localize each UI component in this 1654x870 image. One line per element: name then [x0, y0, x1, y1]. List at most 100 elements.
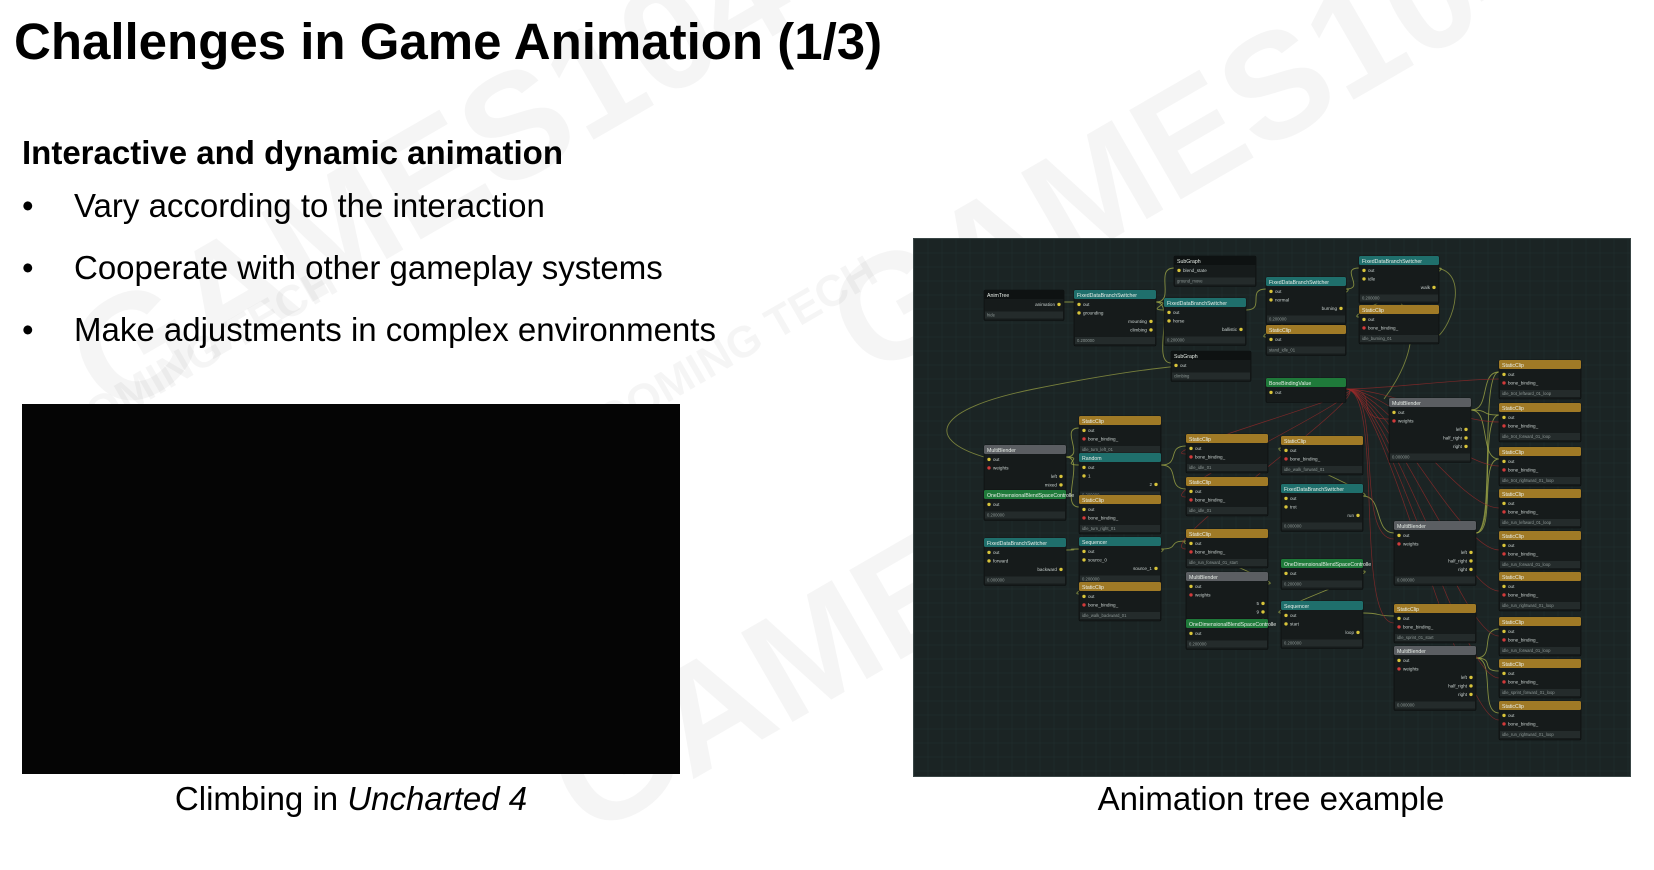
node-pin[interactable] — [987, 466, 991, 470]
node-pin[interactable] — [1284, 496, 1288, 501]
node-pin[interactable] — [1189, 446, 1193, 451]
climbing-video-frame[interactable] — [22, 404, 680, 774]
graph-node[interactable]: Sequencer out source_0 source_1 0.200000 — [1078, 536, 1162, 585]
graph-node[interactable]: MultiBlender out weights left half_rightrigh… — [1393, 645, 1477, 711]
node-pin[interactable] — [1502, 543, 1506, 548]
node-pin[interactable] — [1469, 559, 1473, 563]
node-pin[interactable] — [1189, 489, 1193, 494]
node-pin[interactable] — [1502, 552, 1506, 556]
node-pin[interactable] — [1057, 302, 1061, 307]
graph-node[interactable]: FixedDataBranchSwitcher out idle walk 0.2000… — [1358, 255, 1440, 304]
node-pin[interactable] — [1189, 584, 1193, 589]
graph-node[interactable]: FixedDataBranchSwitcher out grounding mount… — [1073, 289, 1157, 347]
node-pin[interactable] — [1502, 584, 1506, 589]
graph-node[interactable]: Sequencer out start loop 0.200000 — [1280, 600, 1364, 649]
node-pin[interactable] — [1469, 550, 1473, 555]
node-pin[interactable] — [1469, 675, 1473, 680]
node-pin[interactable] — [1059, 567, 1063, 572]
node-pin[interactable] — [1269, 289, 1273, 294]
node-pin[interactable] — [1167, 319, 1171, 323]
node-pin[interactable] — [1392, 419, 1396, 423]
graph-node[interactable]: FixedDataBranchSwitcher out horse ballistic… — [1163, 297, 1247, 346]
node-pin[interactable] — [1189, 631, 1193, 636]
node-pin[interactable] — [1149, 319, 1153, 324]
node-pin[interactable] — [1059, 474, 1063, 479]
node-pin[interactable] — [1284, 457, 1288, 461]
node-pin[interactable] — [1392, 410, 1396, 415]
graph-node[interactable]: StaticClip out bone_binding_ idle_idle_01 — [1185, 433, 1269, 474]
node-pin[interactable] — [1502, 510, 1506, 514]
node-pin[interactable] — [1177, 268, 1181, 273]
node-pin[interactable] — [1284, 571, 1288, 576]
node-pin[interactable] — [1397, 616, 1401, 621]
node-pin[interactable] — [1469, 567, 1473, 572]
node-pin[interactable] — [1502, 372, 1506, 377]
node-pin[interactable] — [1502, 415, 1506, 420]
node-pin[interactable] — [1464, 444, 1468, 449]
node-pin[interactable] — [1397, 667, 1401, 671]
node-pin[interactable] — [1356, 513, 1360, 518]
graph-node[interactable]: BoneBindingValue out — [1265, 377, 1347, 403]
node-pin[interactable] — [1502, 680, 1506, 684]
graph-node[interactable]: FixedDataBranchSwitcher out normal burning 0… — [1265, 276, 1347, 325]
node-pin[interactable] — [1502, 629, 1506, 634]
node-pin[interactable] — [1154, 482, 1158, 487]
node-pin[interactable] — [1502, 713, 1506, 718]
node-pin[interactable] — [1189, 541, 1193, 546]
node-pin[interactable] — [1362, 326, 1366, 330]
node-pin[interactable] — [1397, 542, 1401, 546]
node-pin[interactable] — [1059, 483, 1063, 487]
node-pin[interactable] — [1077, 311, 1081, 315]
node-pin[interactable] — [1502, 593, 1506, 597]
node-pin[interactable] — [1362, 268, 1366, 273]
graph-node[interactable]: StaticClip out bone_binding_ idle_run_forwa… — [1498, 616, 1582, 657]
node-pin[interactable] — [987, 559, 991, 563]
graph-node[interactable]: StaticClip out bone_binding_ idle_trot_righ… — [1498, 446, 1582, 487]
node-pin[interactable] — [987, 457, 991, 462]
node-pin[interactable] — [1284, 505, 1288, 509]
graph-node[interactable]: StaticClip out bone_binding_ idle_walk_forw… — [1280, 435, 1364, 476]
graph-node[interactable]: OneDimensionalBlendSpaceControlle out 0.20… — [1280, 558, 1371, 590]
node-pin[interactable] — [1502, 722, 1506, 726]
node-pin[interactable] — [987, 550, 991, 555]
node-pin[interactable] — [1269, 298, 1273, 302]
graph-node[interactable]: StaticClip out bone_binding_ idle_turn_righ… — [1078, 494, 1162, 535]
graph-node[interactable]: FixedDataBranchSwitcher out trot run 0.00000… — [1280, 483, 1364, 532]
graph-node[interactable]: Randomout120.200000 — [1078, 452, 1162, 501]
node-pin[interactable] — [1189, 593, 1193, 597]
node-pin[interactable] — [1356, 630, 1360, 635]
node-pin[interactable] — [1082, 474, 1086, 478]
node-pin[interactable] — [1502, 638, 1506, 642]
node-pin[interactable] — [1149, 328, 1153, 332]
node-pin[interactable] — [1077, 302, 1081, 307]
node-pin[interactable] — [1469, 684, 1473, 688]
graph-node[interactable]: StaticClip out stand_idle_01 — [1265, 324, 1347, 356]
node-pin[interactable] — [1082, 603, 1086, 607]
node-pin[interactable] — [1502, 381, 1506, 385]
graph-node[interactable]: StaticClip out bone_binding_ idle_run_forwa… — [1498, 530, 1582, 571]
node-pin[interactable] — [1082, 594, 1086, 599]
node-pin[interactable] — [1397, 533, 1401, 538]
node-pin[interactable] — [1397, 658, 1401, 663]
node-pin[interactable] — [1362, 317, 1366, 322]
node-pin[interactable] — [1269, 390, 1273, 395]
graph-node[interactable]: StaticClip out bone_binding_ idle_idle_01 — [1185, 476, 1269, 517]
node-pin[interactable] — [1082, 549, 1086, 554]
node-pin[interactable] — [1239, 327, 1243, 332]
graph-node[interactable]: StaticClip out bone_binding_ idle_run_leftw… — [1498, 488, 1582, 529]
node-pin[interactable] — [1174, 363, 1178, 368]
graph-node[interactable]: AnimTree animation hide — [983, 289, 1065, 321]
node-pin[interactable] — [1502, 671, 1506, 676]
node-pin[interactable] — [1284, 613, 1288, 618]
graph-node[interactable]: StaticClip out bone_binding_ idle_walk_back… — [1078, 581, 1162, 622]
node-pin[interactable] — [1189, 455, 1193, 459]
node-pin[interactable] — [1397, 625, 1401, 629]
node-pin[interactable] — [1464, 436, 1468, 440]
node-pin[interactable] — [1189, 550, 1193, 554]
node-pin[interactable] — [1082, 507, 1086, 512]
graph-node[interactable]: StaticClip out bone_binding_ idle_sprint_fo… — [1498, 658, 1582, 699]
node-pin[interactable] — [1269, 337, 1273, 342]
node-pin[interactable] — [1284, 622, 1288, 626]
graph-node[interactable]: MultiBlender out weights left half_rightrigh… — [1393, 520, 1477, 586]
node-pin[interactable] — [1284, 448, 1288, 453]
